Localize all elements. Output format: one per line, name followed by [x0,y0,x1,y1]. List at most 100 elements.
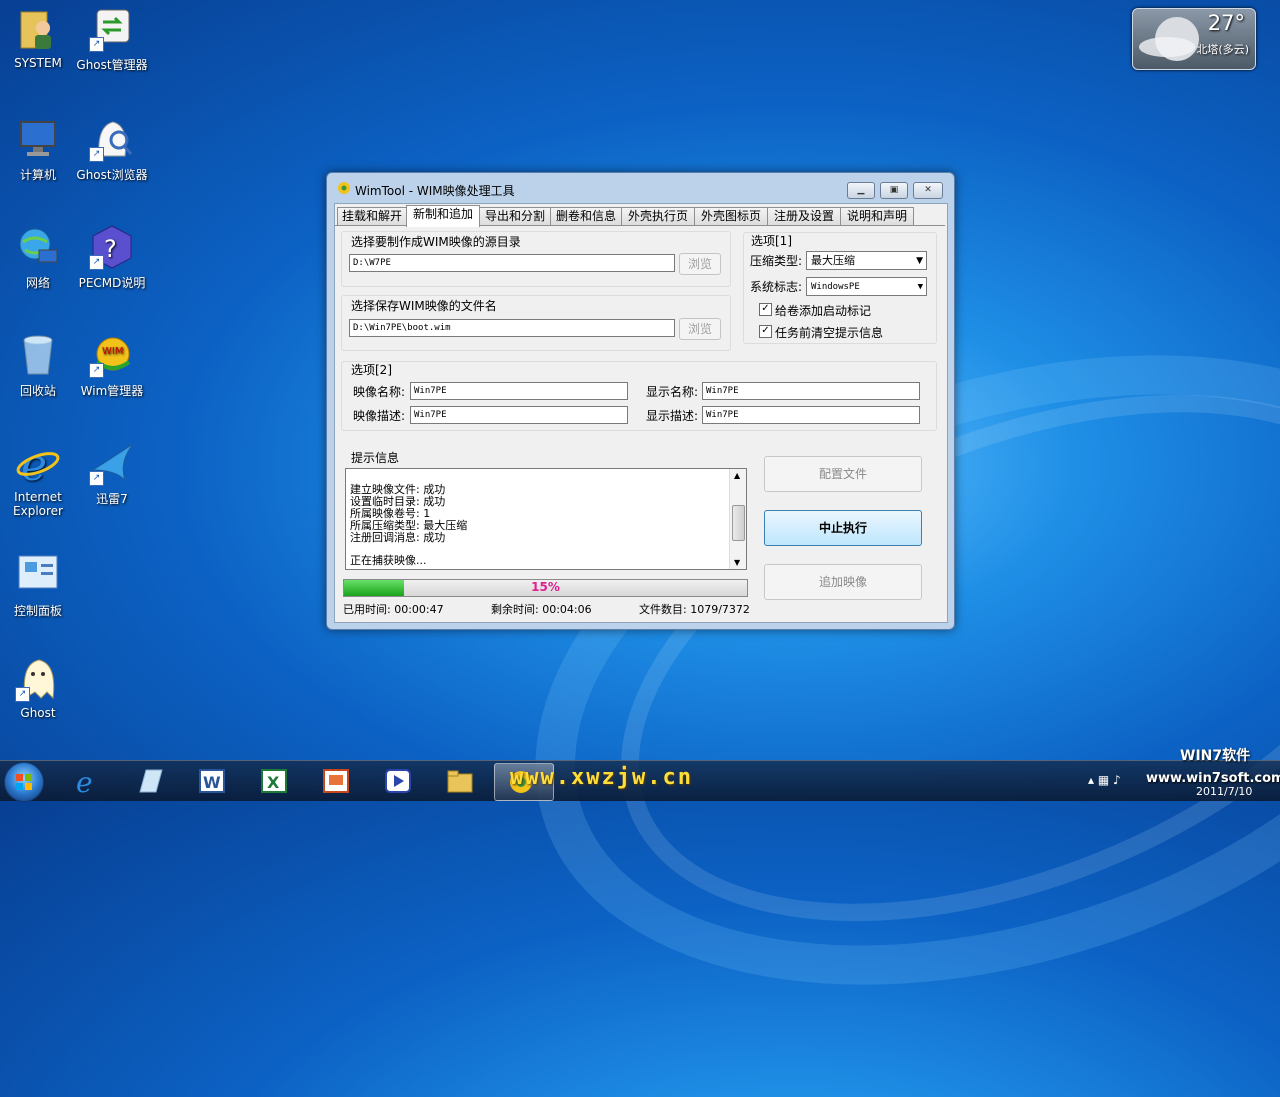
windows-logo-icon [16,774,32,790]
progress-bar: 15% [343,579,748,597]
desktop-icon-pecmd-help[interactable]: ? ↗ PECMD说明 [74,224,150,291]
checkmark-icon: ✓ [761,303,770,314]
progress-percent: 15% [531,580,560,594]
svg-text:?: ? [104,235,117,263]
ghost-manager-icon: ↗ [89,6,135,52]
minimize-button[interactable]: ▁ [847,182,875,199]
desktop-icon-network[interactable]: 网络 [0,224,76,291]
options2-title: 选项[2] [351,363,392,377]
powerpoint-icon [323,769,349,793]
display-name-input[interactable]: Win7PE [702,382,920,400]
desktop-icon-xunlei[interactable]: ↗ 迅雷7 [74,440,150,507]
scroll-up-icon[interactable]: ▲ [734,471,740,480]
shortcut-arrow-icon: ↗ [89,255,104,270]
display-name-label: 显示名称: [646,385,699,399]
desktop-icon-ghost[interactable]: ↗ Ghost [0,656,76,720]
desktop-icon-wim-manager[interactable]: WIM ↗ Wim管理器 [74,332,150,399]
system-flag-select[interactable]: WindowsPE ▼ [806,277,927,296]
internet-explorer-icon: e [76,768,93,794]
scroll-down-icon[interactable]: ▼ [734,558,740,567]
remaining-time: 剩余时间: 00:04:06 [491,603,592,616]
close-button[interactable]: ✕ [913,182,943,199]
taskbar-excel[interactable]: X [248,763,300,799]
tab-shell-exec[interactable]: 外壳执行页 [621,207,695,226]
clear-info-checkbox[interactable]: ✓ [759,325,772,338]
info-log[interactable]: 建立映像文件: 成功 设置临时目录: 成功 所属映像卷号: 1 所属压缩类型: … [345,468,747,570]
tray-arrow-icon[interactable]: ▴ [1088,773,1094,787]
image-name-input[interactable]: Win7PE [410,382,628,400]
compress-type-value: 最大压缩 [811,254,855,267]
tab-shell-icon[interactable]: 外壳图标页 [694,207,768,226]
image-desc-input[interactable]: Win7PE [410,406,628,424]
tab-create-append[interactable]: 新制和追加 [406,205,480,227]
weather-gadget[interactable]: 27° 北塔(多云) [1132,8,1256,70]
desktop-icon-label: SYSTEM [14,56,62,70]
shortcut-arrow-icon: ↗ [89,147,104,162]
maximize-button[interactable]: ▣ [880,182,908,199]
desktop-icon-system[interactable]: SYSTEM [0,6,76,70]
wim-manager-icon: WIM ↗ [89,332,135,378]
chevron-down-icon: ▼ [916,256,923,266]
desktop-icon-ghost-browser[interactable]: ↗ Ghost浏览器 [74,116,150,183]
svg-text:e: e [76,768,93,794]
taskbar-glass[interactable] [124,763,176,799]
tab-delete-info[interactable]: 删卷和信息 [550,207,622,226]
window-title: WimTool - WIM映像处理工具 [355,184,515,198]
taskbar-player[interactable] [372,763,424,799]
source-dir-input[interactable]: D:\W7PE [349,254,675,272]
clock-date[interactable]: 2011/7/10 [1196,785,1252,798]
options1-title: 选项[1] [751,234,792,248]
boot-flag-checkbox[interactable]: ✓ [759,303,772,316]
clear-info-label: 任务前清空提示信息 [775,326,884,340]
desktop-icon-computer[interactable]: 计算机 [0,116,76,183]
desktop-icon-label: Ghost浏览器 [76,168,148,182]
desktop-icon-recycle-bin[interactable]: 回收站 [0,332,76,399]
taskbar-explorer[interactable] [434,763,486,799]
recycle-bin-icon [15,332,61,378]
start-button[interactable] [4,762,44,802]
tab-register-settings[interactable]: 注册及设置 [767,207,841,226]
tray-volume-icon[interactable]: ♪ [1113,773,1121,787]
config-file-button[interactable]: 配置文件 [764,456,922,492]
elapsed-time: 已用时间: 00:00:47 [343,603,444,616]
title-bar[interactable]: WimTool - WIM映像处理工具 ▁ ▣ ✕ [327,173,954,201]
stop-execution-button[interactable]: 中止执行 [764,510,922,546]
word-icon: W [199,769,225,793]
info-title: 提示信息 [351,451,400,465]
compress-type-label: 压缩类型: [750,254,803,268]
compress-type-select[interactable]: 最大压缩 ▼ [806,251,927,270]
scroll-thumb[interactable] [732,505,745,541]
media-player-icon [385,769,411,793]
desktop-icon-label: 网络 [25,276,50,290]
boot-flag-label: 给卷添加启动标记 [775,304,872,318]
display-desc-input[interactable]: Win7PE [702,406,920,424]
desktop-icon-control-panel[interactable]: 控制面板 [0,552,76,619]
tab-mount[interactable]: 挂载和解开 [337,207,407,226]
desktop-icon-label: Wim管理器 [80,384,144,398]
target-file-input[interactable]: D:\Win7PE\boot.wim [349,319,675,337]
user-folder-icon [15,6,61,52]
taskbar-powerpoint[interactable] [310,763,362,799]
desktop-icon-internet-explorer[interactable]: e Internet Explorer [0,440,76,518]
desktop-icon-ghost-manager[interactable]: ↗ Ghost管理器 [74,6,150,73]
checkmark-icon: ✓ [761,325,770,336]
append-image-button[interactable]: 追加映像 [764,564,922,600]
source-browse-button[interactable]: 浏览 [679,253,721,275]
network-icon [15,224,61,270]
tab-help-statement[interactable]: 说明和声明 [840,207,914,226]
taskbar: e W X www.xwzjw.cn ▴ ▦ ♪ WIN7软件 www.win7… [0,748,1280,802]
image-name-label: 映像名称: [353,385,406,399]
window-client: 挂载和解开 新制和追加 导出和分割 删卷和信息 外壳执行页 外壳图标页 注册及设… [334,203,948,623]
tray-network-icon[interactable]: ▦ [1098,773,1109,787]
create-append-panel: 选择要制作成WIM映像的源目录 D:\W7PE 浏览 选择保存WIM映像的文件名… [335,225,945,622]
taskbar-word[interactable]: W [186,763,238,799]
taskbar-ie[interactable]: e [62,763,114,799]
control-panel-icon [15,552,61,598]
tray-icons[interactable]: ▴ ▦ ♪ [1088,773,1121,787]
log-scrollbar[interactable]: ▲ ▼ [729,469,746,569]
tab-export-split[interactable]: 导出和分割 [479,207,551,226]
ghost-browser-icon: ↗ [89,116,135,162]
target-browse-button[interactable]: 浏览 [679,318,721,340]
watermark-brand: WIN7软件 [1180,748,1251,764]
folder-icon [447,770,473,793]
